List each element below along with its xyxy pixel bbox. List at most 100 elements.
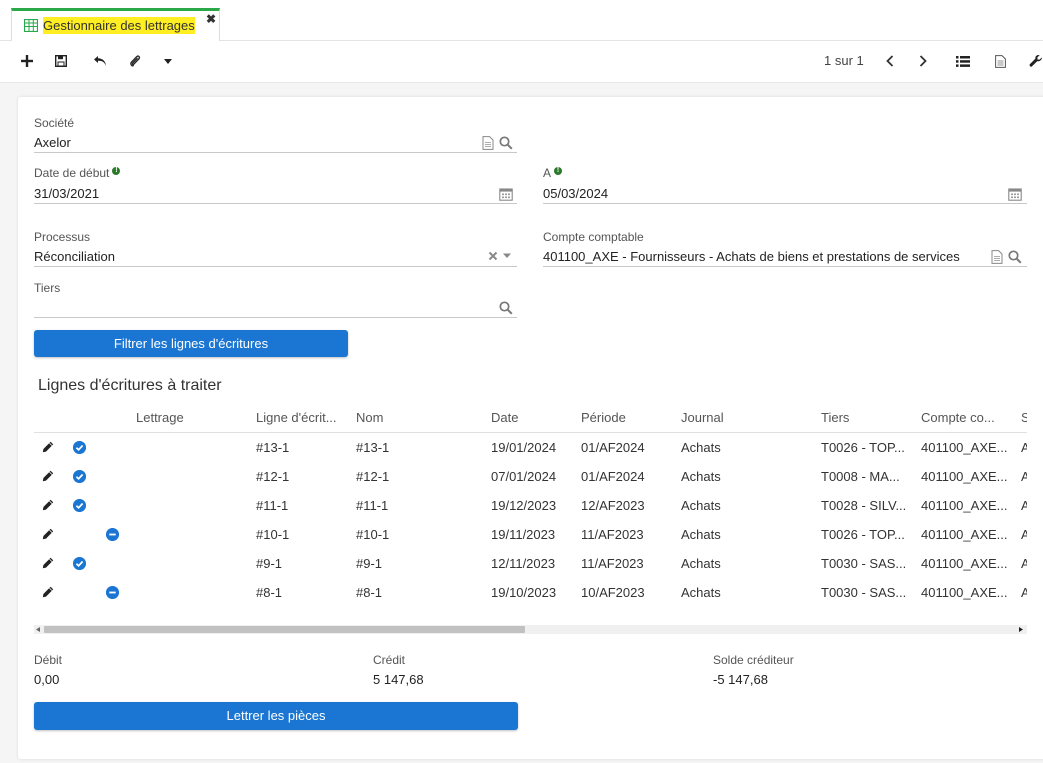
societe-field[interactable]: Axelor — [34, 135, 71, 150]
cell-compte: 401100_AXE... — [921, 527, 1008, 542]
clear-icon[interactable] — [487, 250, 499, 262]
cell-compte: 401100_AXE... — [921, 585, 1008, 600]
cell-journal: Achats — [681, 527, 721, 542]
cell-s: A — [1021, 440, 1027, 455]
scrollbar-thumb[interactable] — [44, 626, 525, 633]
cell-s: A — [1021, 585, 1027, 600]
close-tab-icon[interactable]: ✖ — [206, 12, 216, 26]
tab-bar: Gestionnaire des lettrages ✖ — [0, 0, 1043, 41]
table-row[interactable]: #10-1 #10-1 19/11/2023 11/AF2023 Achats T0026… — [34, 520, 1027, 549]
solde-crediteur-label: Solde créditeur — [713, 653, 794, 667]
list-view-icon — [956, 55, 970, 67]
more-actions-dropdown[interactable] — [160, 51, 176, 71]
form-view-button[interactable] — [992, 51, 1008, 71]
cell-tiers: T0008 - MA... — [821, 469, 900, 484]
cell-ligne: #9-1 — [256, 556, 283, 571]
compte-comptable-field[interactable]: 401100_AXE - Fournisseurs - Achats de bi… — [543, 249, 960, 264]
pencil-icon[interactable] — [42, 557, 54, 569]
pencil-icon[interactable] — [42, 441, 54, 453]
lines-section-title: Lignes d'écritures à traiter — [38, 377, 222, 394]
cell-s: A — [1021, 556, 1027, 571]
column-header-nom[interactable]: Nom — [356, 410, 383, 425]
cell-nom: #8-1 — [356, 585, 383, 600]
pencil-icon[interactable] — [42, 499, 54, 511]
info-icon[interactable]: ! — [112, 167, 121, 175]
undo-button[interactable] — [90, 51, 110, 71]
credit-value: 5 147,68 — [373, 672, 424, 687]
column-header-lettrage[interactable]: Lettrage — [136, 410, 184, 425]
paperclip-icon — [130, 55, 141, 67]
save-button[interactable] — [52, 51, 70, 71]
table-row[interactable]: #8-1 #8-1 19/10/2023 10/AF2023 Achats T0030 -… — [34, 578, 1027, 607]
minus-circle-icon — [106, 528, 119, 541]
tab-gestionnaire-lettrages[interactable]: Gestionnaire des lettrages ✖ — [11, 8, 220, 41]
search-icon[interactable] — [499, 301, 513, 315]
processus-underline — [34, 266, 517, 267]
column-header-date[interactable]: Date — [491, 410, 518, 425]
undo-icon — [94, 56, 106, 66]
column-header-compte[interactable]: Compte co... — [921, 410, 995, 425]
debit-value: 0,00 — [34, 672, 60, 687]
list-view-button[interactable] — [954, 51, 972, 71]
column-header-periode[interactable]: Période — [581, 410, 626, 425]
search-icon[interactable] — [1008, 250, 1022, 264]
scroll-right-icon[interactable] — [1019, 627, 1023, 632]
previous-page-button[interactable] — [882, 51, 898, 71]
processus-select[interactable]: Réconciliation — [34, 249, 115, 264]
tools-button[interactable] — [1028, 51, 1043, 71]
new-record-button[interactable] — [18, 51, 36, 71]
cell-ligne: #11-1 — [256, 498, 289, 513]
cell-tiers: T0028 - SILV... — [821, 498, 907, 513]
filter-lines-button[interactable]: Filtrer les lignes d'écritures — [34, 330, 348, 357]
tiers-field[interactable] — [34, 300, 484, 316]
table-row[interactable]: #9-1 #9-1 12/11/2023 11/AF2023 Achats T0030 -… — [34, 549, 1027, 578]
info-icon[interactable]: ! — [554, 167, 563, 175]
column-header-ligne-ecriture[interactable]: Ligne d'écrit... — [256, 410, 337, 425]
calendar-icon[interactable] — [1008, 187, 1022, 201]
societe-underline — [34, 152, 517, 153]
pencil-icon[interactable] — [42, 528, 54, 540]
table-row[interactable]: #13-1 #13-1 19/01/2024 01/AF2024 Achats T0026… — [34, 433, 1027, 462]
column-header-tiers[interactable]: Tiers — [821, 410, 849, 425]
tiers-label: Tiers — [34, 281, 61, 295]
calendar-icon[interactable] — [499, 187, 513, 201]
cell-tiers: T0030 - SAS... — [821, 556, 907, 571]
cell-journal: Achats — [681, 585, 721, 600]
table-row[interactable]: #11-1 #11-1 19/12/2023 12/AF2023 Achats T0028… — [34, 491, 1027, 520]
cell-journal: Achats — [681, 556, 721, 571]
scroll-left-icon[interactable] — [36, 627, 40, 632]
table-row[interactable]: #12-1 #12-1 07/01/2024 01/AF2024 Achats T0008… — [34, 462, 1027, 491]
pencil-icon[interactable] — [42, 586, 54, 598]
cell-ligne: #12-1 — [256, 469, 290, 484]
chevron-right-icon — [919, 55, 927, 67]
column-header-journal[interactable]: Journal — [681, 410, 724, 425]
letter-documents-button[interactable]: Lettrer les pièces — [34, 702, 518, 730]
solde-crediteur-value: -5 147,68 — [713, 672, 768, 687]
pencil-icon[interactable] — [42, 470, 54, 482]
search-icon[interactable] — [499, 136, 513, 150]
societe-label: Société — [34, 116, 75, 130]
column-header-s[interactable]: S — [1021, 410, 1027, 425]
cell-compte: 401100_AXE... — [921, 498, 1008, 513]
cell-periode: 12/AF2023 — [581, 498, 645, 513]
toolbar: 1 sur 1 — [0, 41, 1043, 83]
caret-down-icon — [164, 58, 172, 64]
attachment-button[interactable] — [126, 51, 144, 71]
check-circle-icon — [73, 470, 86, 483]
grid-horizontal-scrollbar[interactable] — [34, 625, 1027, 634]
date-debut-field[interactable]: 31/03/2021 — [34, 186, 99, 201]
cell-nom: #9-1 — [356, 556, 383, 571]
cell-tiers: T0030 - SAS... — [821, 585, 907, 600]
next-page-button[interactable] — [915, 51, 931, 71]
cell-ligne: #13-1 — [256, 440, 290, 455]
caret-down-icon[interactable] — [502, 252, 512, 260]
open-record-icon[interactable] — [990, 250, 1004, 264]
cell-tiers: T0026 - TOP... — [821, 527, 905, 542]
minus-circle-icon — [106, 586, 119, 599]
cell-nom: #12-1 — [356, 469, 390, 484]
cell-date: 19/12/2023 — [491, 498, 557, 513]
cell-date: 12/11/2023 — [491, 556, 556, 571]
open-record-icon[interactable] — [481, 136, 495, 150]
cell-s: A — [1021, 498, 1027, 513]
a-date-field[interactable]: 05/03/2024 — [543, 186, 608, 201]
